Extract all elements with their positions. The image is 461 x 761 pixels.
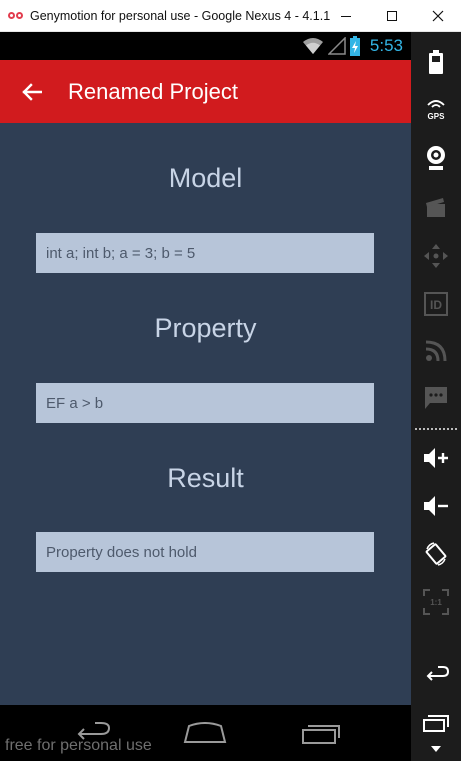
screencast-widget-button[interactable] [411,187,461,227]
nav-home-button[interactable] [180,719,230,747]
window-title: Genymotion for personal use - Google Nex… [30,8,330,23]
rotate-icon [425,542,447,566]
id-card-icon: ID [424,292,448,316]
gps-label: GPS [427,112,445,121]
window-titlebar: Genymotion for personal use - Google Nex… [0,0,461,32]
back-button[interactable] [20,80,44,104]
sidebar-scroll-down[interactable] [411,737,461,761]
webcam-widget-button[interactable] [411,138,461,178]
remote-control-widget-button[interactable] [411,236,461,276]
gps-widget-button[interactable]: GPS [411,90,461,130]
rss-icon [425,340,447,362]
device-id-widget-button[interactable]: ID [411,284,461,324]
model-input[interactable]: int a; int b; a = 3; b = 5 [36,233,374,273]
volume-up-icon [424,448,448,468]
nav-recents-icon [302,725,340,744]
main-content: Model int a; int b; a = 3; b = 5 Propert… [0,123,411,705]
status-bar: 5:53 [0,32,411,60]
maximize-button[interactable] [369,0,415,32]
close-button[interactable] [415,0,461,32]
wifi-icon [302,38,323,54]
property-heading: Property [154,313,257,343]
page-title: Renamed Project [68,78,238,104]
recents-icon [423,715,449,732]
chevron-down-icon [431,746,441,752]
battery-widget-button[interactable] [411,42,461,82]
nav-home-icon [183,722,227,743]
dpad-icon [424,244,448,268]
nav-recents-button[interactable] [296,719,346,747]
signal-icon [327,37,346,55]
arrow-back-icon [22,82,42,101]
back-icon [426,666,449,681]
message-icon [425,387,447,409]
webcam-icon [427,146,445,170]
sidebar-divider [415,428,457,430]
status-icons: 5:53 [302,35,403,57]
pixel-perfect-button[interactable]: 1:1 [411,582,461,622]
id-label: ID [430,298,442,312]
volume-down-button[interactable] [411,486,461,526]
close-icon [432,10,444,22]
sms-widget-button[interactable] [411,378,461,418]
navigation-bar: free for personal use [0,705,411,761]
volume-down-icon [424,496,448,516]
genymotion-logo-icon [8,11,24,21]
network-widget-button[interactable] [411,331,461,371]
action-bar: Renamed Project [0,60,411,123]
battery-icon [429,50,443,74]
model-heading: Model [168,163,243,193]
result-heading: Result [167,463,244,493]
clapperboard-icon [426,198,445,217]
rotate-button[interactable] [411,534,461,574]
minimize-button[interactable] [323,0,369,32]
battery-charging-icon [349,36,360,56]
window-controls [323,0,461,32]
volume-up-button[interactable] [411,438,461,478]
result-output: Property does not hold [36,532,374,572]
pixel-perfect-icon: 1:1 [423,589,449,615]
phone-screen: 5:53 Renamed Project Model int a; int b;… [0,32,411,761]
property-input[interactable]: EF a > b [36,383,374,423]
side-back-button[interactable] [411,655,461,695]
emulator-toolbar: GPS ID 1:1 [411,32,461,761]
gps-icon [427,100,445,108]
pixel-perfect-label: 1:1 [430,598,442,607]
watermark: free for personal use [5,737,152,754]
status-time: 5:53 [369,36,403,55]
